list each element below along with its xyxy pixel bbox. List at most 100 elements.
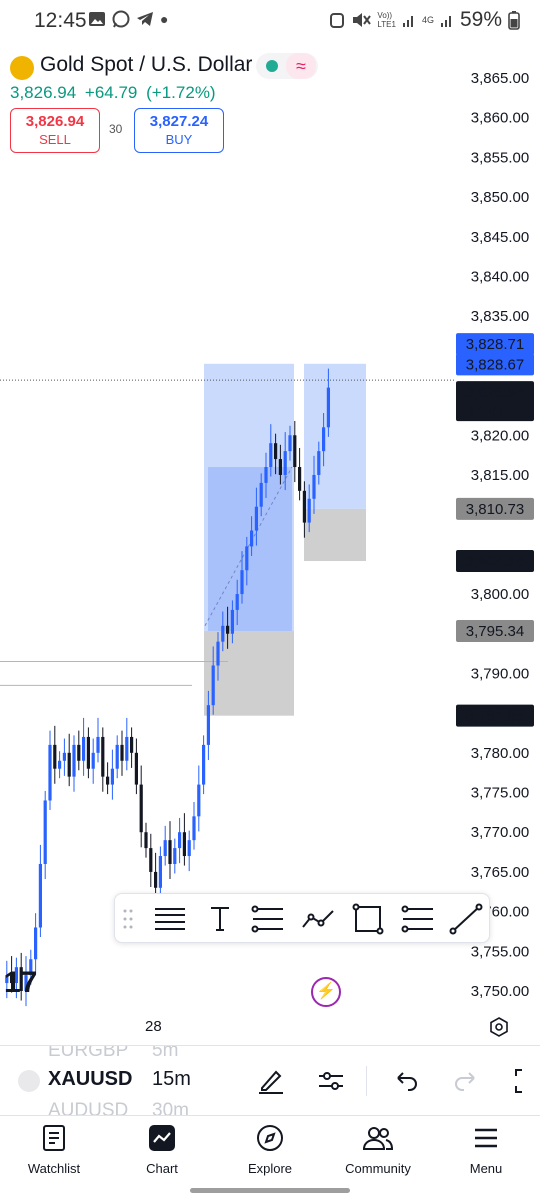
price-tick-label: 3,765.00 xyxy=(471,864,529,881)
candle-body xyxy=(206,705,210,745)
redo-icon[interactable] xyxy=(452,1066,482,1096)
candle-body xyxy=(101,736,105,777)
status-time: 12:45 xyxy=(34,9,87,32)
candle-body xyxy=(312,474,316,499)
price-tick-label: 3,750.00 xyxy=(471,983,529,1000)
battery-percent: 59% xyxy=(459,8,502,31)
symbol-name[interactable]: XAUUSD xyxy=(48,1068,132,1091)
price-tick-label: 3,845.00 xyxy=(471,229,529,246)
undo-icon[interactable] xyxy=(390,1066,420,1096)
candle-body xyxy=(158,856,162,888)
long-profit-zone-1 xyxy=(208,467,292,632)
candle-body xyxy=(67,752,71,777)
nav-explore[interactable]: Explore xyxy=(220,1124,320,1176)
price-tick-label: 3,770.00 xyxy=(471,824,529,841)
candle-body xyxy=(86,736,90,769)
more-notifications-dot: ● xyxy=(160,11,169,27)
nav-label-explore: Explore xyxy=(247,1161,293,1176)
candle-body xyxy=(115,744,119,769)
nav-chart[interactable]: Chart xyxy=(112,1124,212,1176)
candle-body xyxy=(154,871,158,888)
position-icon[interactable] xyxy=(401,903,435,935)
time-axis-label: 28 xyxy=(145,1018,162,1035)
status-bar: 12:45 ● Vo)) LTE1 4G 59% xyxy=(0,0,540,40)
candle-body xyxy=(72,744,76,777)
nav-menu[interactable]: Menu xyxy=(436,1124,536,1176)
price-tick-label: 3,850.00 xyxy=(471,189,529,206)
interval-selector[interactable]: 15m xyxy=(152,1068,191,1091)
price-badge-label: 3,826.94 xyxy=(466,384,524,401)
nav-label-chart: Chart xyxy=(146,1161,178,1176)
prev-symbol[interactable]: EURGBP xyxy=(48,1046,128,1062)
price-badge-countdown: 14:41 xyxy=(467,403,505,420)
candle-body xyxy=(134,752,138,785)
candle-body xyxy=(254,506,258,531)
price-tick-label: 3,790.00 xyxy=(471,665,529,682)
text-icon[interactable] xyxy=(203,903,237,935)
community-icon xyxy=(362,1127,394,1150)
tradingview-logo-icon: 17 xyxy=(4,966,37,999)
price-tick-label: 3,815.00 xyxy=(471,467,529,484)
gallery-icon xyxy=(89,12,105,26)
whatsapp-icon xyxy=(112,10,130,28)
price-badge-label: 3,795.34 xyxy=(466,623,524,640)
candle-body xyxy=(187,840,191,857)
candle-body xyxy=(178,832,182,849)
nav-watchlist[interactable]: Watchlist xyxy=(4,1124,104,1176)
candle-body xyxy=(269,443,273,468)
candle-body xyxy=(58,760,62,769)
horizontal-lines-icon[interactable] xyxy=(153,903,187,935)
price-badge-label: 3,810.73 xyxy=(466,501,524,518)
candle-body xyxy=(120,744,124,761)
candle-body xyxy=(62,752,66,761)
home-indicator[interactable] xyxy=(190,1188,350,1193)
price-tick-label: 3,860.00 xyxy=(471,110,529,127)
candle-body xyxy=(274,443,278,460)
drawing-pen-icon[interactable] xyxy=(256,1066,286,1096)
candle-body xyxy=(235,594,239,610)
candle-body xyxy=(168,840,172,864)
price-badge-label: 3,784.68 xyxy=(466,708,524,725)
telegram-icon xyxy=(137,12,153,26)
candle-body xyxy=(182,832,186,857)
candle-body xyxy=(110,768,114,785)
compass-icon xyxy=(257,1125,283,1151)
network-4g-label: 4G xyxy=(421,15,434,25)
trend-line-icon[interactable] xyxy=(449,903,483,935)
candle-body xyxy=(293,435,297,468)
lightning-icon[interactable]: ⚡ xyxy=(311,977,341,1007)
rectangle-icon[interactable] xyxy=(351,903,385,935)
candle-body xyxy=(298,467,302,491)
nav-community[interactable]: Community xyxy=(328,1124,428,1176)
path-icon[interactable] xyxy=(301,903,335,935)
fullscreen-icon[interactable] xyxy=(512,1066,540,1096)
price-tick-label: 3,855.00 xyxy=(471,149,529,166)
candle-body xyxy=(130,736,134,753)
candle-body xyxy=(139,784,143,833)
chart-settings-icon[interactable] xyxy=(488,1016,510,1038)
candle-body xyxy=(245,546,249,571)
drawing-toolbar xyxy=(114,893,490,943)
toolbar-divider xyxy=(366,1066,367,1096)
next-interval[interactable]: 30m xyxy=(152,1100,189,1115)
candle-body xyxy=(149,848,153,872)
next-symbol[interactable]: AUDUSD xyxy=(48,1100,128,1115)
candle-body xyxy=(216,641,220,666)
indicators-icon[interactable] xyxy=(316,1066,346,1096)
price-tick-label: 3,780.00 xyxy=(471,745,529,762)
prev-interval[interactable]: 5m xyxy=(152,1046,178,1062)
fib-retracement-icon[interactable] xyxy=(251,903,285,935)
candle-body xyxy=(106,776,110,785)
signal-2-icon xyxy=(440,16,451,27)
candle-body xyxy=(96,736,100,753)
nav-label-community: Community xyxy=(345,1161,411,1176)
candle-body xyxy=(48,744,52,801)
candle-body xyxy=(264,467,268,483)
drag-handle-icon[interactable] xyxy=(123,908,133,930)
candle-body xyxy=(250,530,254,547)
alarm-icon xyxy=(330,13,345,28)
candle-body xyxy=(125,736,129,761)
stop-zone-2 xyxy=(304,508,366,562)
candle-body xyxy=(226,625,230,634)
price-tick-label: 3,840.00 xyxy=(471,268,529,285)
